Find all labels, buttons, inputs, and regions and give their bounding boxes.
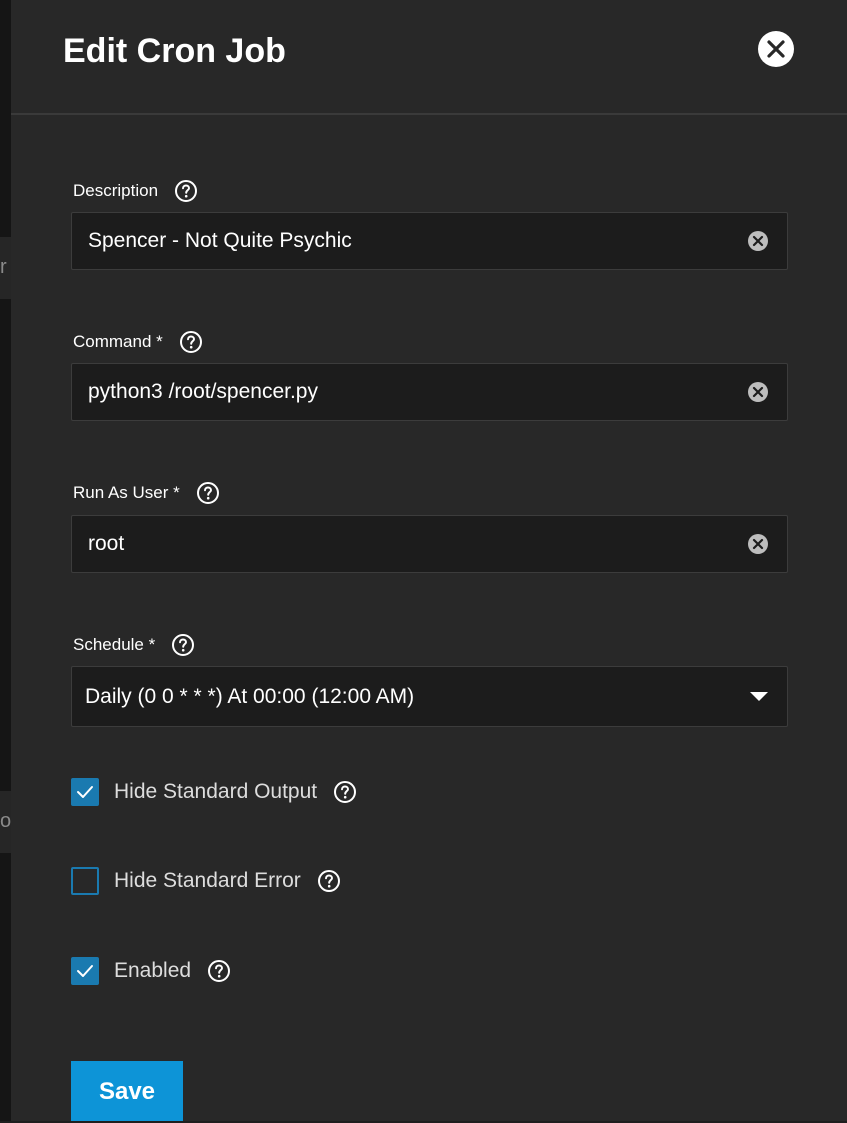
- description-label-text: Description: [73, 181, 159, 200]
- hide-standard-output-label: Hide Standard Output: [114, 780, 318, 803]
- help-icon[interactable]: [179, 330, 203, 354]
- schedule-label-text: Schedule *: [73, 635, 156, 654]
- description-value: Spencer - Not Quite Psychic: [88, 229, 352, 252]
- hide-standard-error-checkbox[interactable]: [71, 867, 99, 895]
- check-icon: [77, 965, 93, 977]
- run-as-user-label-text: Run As User *: [73, 483, 180, 502]
- help-icon[interactable]: [207, 959, 231, 983]
- schedule-select[interactable]: Daily (0 0 * * *) At 00:00 (12:00 AM): [71, 666, 788, 727]
- dialog-title: Edit Cron Job: [63, 32, 286, 70]
- schedule-value: Daily (0 0 * * *) At 00:00 (12:00 AM): [85, 685, 415, 708]
- clear-input-icon[interactable]: [747, 381, 769, 403]
- hide-standard-error-checkbox-row[interactable]: Hide Standard Error: [71, 867, 341, 895]
- hide-standard-error-label: Hide Standard Error: [114, 869, 301, 892]
- command-value: python3 /root/spencer.py: [88, 380, 318, 403]
- command-input[interactable]: python3 /root/spencer.py: [71, 363, 788, 421]
- command-label-text: Command *: [73, 332, 163, 351]
- caret-down-icon: [750, 692, 768, 701]
- clear-input-icon[interactable]: [747, 230, 769, 252]
- background-row: o: [0, 791, 11, 853]
- save-button[interactable]: Save: [71, 1061, 183, 1121]
- check-icon: [77, 786, 93, 798]
- enabled-checkbox[interactable]: [71, 957, 99, 985]
- enabled-label: Enabled: [114, 959, 192, 982]
- close-icon: [767, 40, 785, 58]
- background-row: r: [0, 237, 11, 299]
- background-page: r o: [0, 0, 11, 1121]
- edit-cron-job-dialog: Edit Cron Job Description Spencer - Not …: [11, 0, 847, 1121]
- run-as-user-value: root: [88, 532, 125, 555]
- help-icon[interactable]: [171, 633, 195, 657]
- help-icon[interactable]: [317, 869, 341, 893]
- description-label: Description: [73, 179, 198, 203]
- hide-standard-output-checkbox-row[interactable]: Hide Standard Output: [71, 778, 357, 806]
- help-icon[interactable]: [333, 780, 357, 804]
- command-label: Command *: [73, 330, 203, 354]
- help-icon[interactable]: [174, 179, 198, 203]
- run-as-user-label: Run As User *: [73, 481, 220, 505]
- close-button[interactable]: [758, 31, 794, 67]
- description-input[interactable]: Spencer - Not Quite Psychic: [71, 212, 788, 270]
- help-icon[interactable]: [196, 481, 220, 505]
- dialog-header: Edit Cron Job: [11, 0, 847, 115]
- schedule-label: Schedule *: [73, 633, 195, 657]
- run-as-user-input[interactable]: root: [71, 515, 788, 573]
- clear-input-icon[interactable]: [747, 533, 769, 555]
- hide-standard-output-checkbox[interactable]: [71, 778, 99, 806]
- enabled-checkbox-row[interactable]: Enabled: [71, 957, 231, 985]
